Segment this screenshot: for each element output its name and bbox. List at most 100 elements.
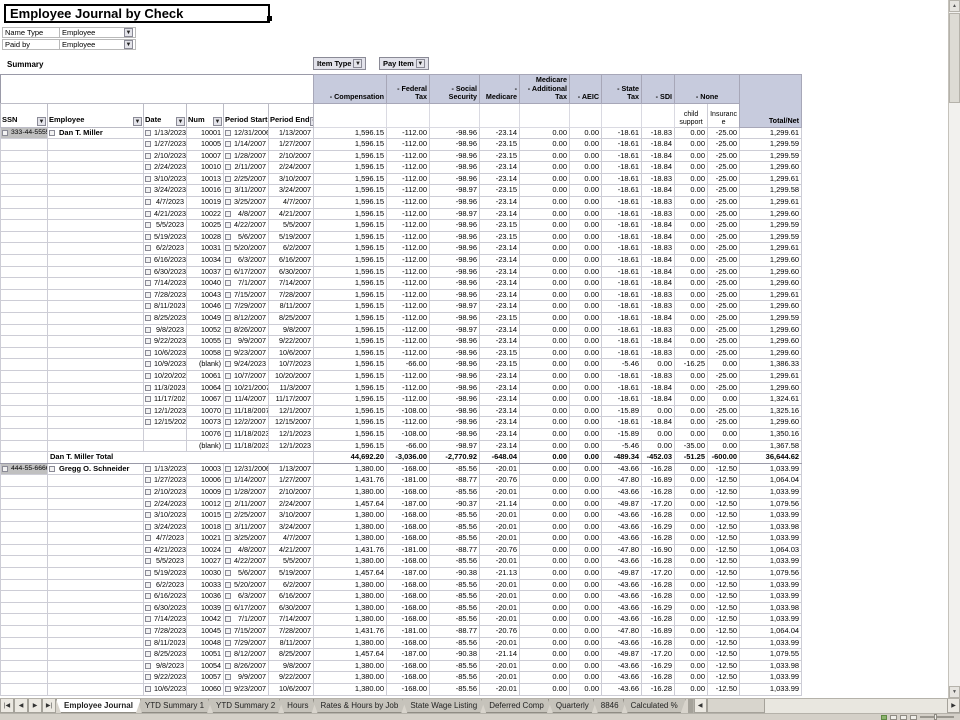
date-cell[interactable]: 1/27/2023 <box>144 139 187 151</box>
zoom-slider[interactable] <box>920 716 954 718</box>
employee-cell[interactable] <box>48 185 144 197</box>
value-cell[interactable]: -90.38 <box>430 649 480 661</box>
ssn-cell[interactable] <box>1 301 48 313</box>
value-cell[interactable]: 0.00 <box>675 417 708 429</box>
period-start-cell[interactable]: 8/26/2007 <box>224 660 269 672</box>
check-num-cell[interactable]: 10057 <box>187 672 224 684</box>
value-cell[interactable]: 0.00 <box>570 637 602 649</box>
value-cell[interactable]: 0.00 <box>675 347 708 359</box>
value-cell[interactable]: -112.00 <box>387 336 430 348</box>
value-cell[interactable]: -18.61 <box>602 347 642 359</box>
expand-collapse-icon[interactable] <box>225 640 231 646</box>
expand-collapse-icon[interactable] <box>145 640 151 646</box>
ssn-cell[interactable] <box>1 417 48 429</box>
value-cell[interactable]: -187.00 <box>387 498 430 510</box>
dropdown-arrow-icon[interactable]: ▼ <box>416 59 425 68</box>
value-cell[interactable]: -47.80 <box>602 544 642 556</box>
expand-collapse-icon[interactable] <box>225 303 231 309</box>
date-cell[interactable]: 1/13/2023 <box>144 127 187 139</box>
check-num-cell[interactable]: 10028 <box>187 231 224 243</box>
expand-collapse-icon[interactable] <box>225 663 231 669</box>
date-cell[interactable]: 10/6/2023 <box>144 684 187 696</box>
value-cell[interactable]: -5.46 <box>602 440 642 452</box>
tab-scroll-first-icon[interactable]: |◀ <box>0 699 14 713</box>
period-start-cell[interactable]: 1/14/2007 <box>224 475 269 487</box>
value-cell[interactable]: -47.80 <box>602 626 642 638</box>
value-cell[interactable]: -23.14 <box>480 394 520 406</box>
value-cell[interactable]: 0.00 <box>675 533 708 545</box>
value-cell[interactable]: 0.00 <box>570 347 602 359</box>
value-cell[interactable]: -12.50 <box>708 556 740 568</box>
value-cell[interactable]: -18.83 <box>642 289 675 301</box>
check-num-cell[interactable]: 10051 <box>187 649 224 661</box>
expand-collapse-icon[interactable] <box>145 674 151 680</box>
check-num-cell[interactable]: 10039 <box>187 602 224 614</box>
value-cell[interactable]: 1,299.60 <box>740 324 802 336</box>
value-cell[interactable]: -43.66 <box>602 463 642 475</box>
value-cell[interactable]: 0.00 <box>675 231 708 243</box>
value-cell[interactable]: -16.28 <box>642 556 675 568</box>
period-start-cell[interactable]: 11/4/2007 <box>224 394 269 406</box>
value-cell[interactable]: 1,596.15 <box>314 336 387 348</box>
value-cell[interactable]: 1,299.61 <box>740 197 802 209</box>
date-cell[interactable]: 6/16/2023 <box>144 255 187 267</box>
sheet-tab-ytd-summary-2[interactable]: YTD Summary 2 <box>208 699 283 713</box>
period-end-cell[interactable]: 2/10/2007 <box>269 486 314 498</box>
ssn-cell[interactable] <box>1 626 48 638</box>
value-cell[interactable]: 1,596.15 <box>314 278 387 290</box>
value-cell[interactable]: -168.00 <box>387 684 430 696</box>
value-cell[interactable]: 0.00 <box>675 382 708 394</box>
value-cell[interactable]: -18.61 <box>602 185 642 197</box>
value-cell[interactable]: -17.20 <box>642 498 675 510</box>
value-cell[interactable]: 1,299.60 <box>740 162 802 174</box>
value-cell[interactable]: -168.00 <box>387 521 430 533</box>
ssn-cell[interactable] <box>1 139 48 151</box>
value-cell[interactable]: 1,299.61 <box>740 370 802 382</box>
period-start-cell[interactable]: 8/26/2007 <box>224 324 269 336</box>
ssn-cell[interactable] <box>1 579 48 591</box>
value-cell[interactable]: 0.00 <box>520 127 570 139</box>
period-end-cell[interactable]: 7/14/2007 <box>269 614 314 626</box>
col-header-compensation[interactable]: - Compensation <box>314 75 387 104</box>
value-cell[interactable]: -90.38 <box>430 568 480 580</box>
value-cell[interactable]: 0.00 <box>520 649 570 661</box>
ssn-cell[interactable] <box>1 231 48 243</box>
value-cell[interactable]: 1,380.00 <box>314 510 387 522</box>
date-cell[interactable]: 7/28/2023 <box>144 626 187 638</box>
value-cell[interactable]: -112.00 <box>387 255 430 267</box>
value-cell[interactable]: 0.00 <box>570 649 602 661</box>
value-cell[interactable]: -20.01 <box>480 591 520 603</box>
value-cell[interactable]: -20.76 <box>480 475 520 487</box>
value-cell[interactable]: -12.50 <box>708 591 740 603</box>
value-cell[interactable]: -43.66 <box>602 672 642 684</box>
value-cell[interactable]: -20.01 <box>480 579 520 591</box>
value-cell[interactable]: -18.83 <box>642 347 675 359</box>
value-cell[interactable]: 0.00 <box>570 185 602 197</box>
ssn-cell[interactable] <box>1 220 48 232</box>
vertical-scrollbar[interactable]: ▲ ▼ <box>948 0 960 698</box>
period-start-cell[interactable]: 7/15/2007 <box>224 626 269 638</box>
expand-collapse-icon[interactable] <box>225 628 231 634</box>
value-cell[interactable]: 0.00 <box>675 162 708 174</box>
value-cell[interactable]: -18.83 <box>642 127 675 139</box>
expand-collapse-icon[interactable] <box>225 443 231 449</box>
value-cell[interactable]: -12.50 <box>708 602 740 614</box>
value-cell[interactable]: -85.56 <box>430 510 480 522</box>
value-cell[interactable]: 1,299.60 <box>740 208 802 220</box>
employee-cell[interactable] <box>48 173 144 185</box>
value-cell[interactable]: -20.76 <box>480 544 520 556</box>
value-cell[interactable]: 1,380.00 <box>314 579 387 591</box>
value-cell[interactable]: -43.66 <box>602 660 642 672</box>
value-cell[interactable]: 0.00 <box>520 440 570 452</box>
pay-item-field-button[interactable]: Pay Item ▼ <box>379 57 429 70</box>
ssn-cell[interactable] <box>1 394 48 406</box>
value-cell[interactable]: 0.00 <box>675 173 708 185</box>
period-end-cell[interactable]: 3/24/2007 <box>269 185 314 197</box>
value-cell[interactable]: 0.00 <box>675 278 708 290</box>
value-cell[interactable]: 0.00 <box>675 243 708 255</box>
expand-collapse-icon[interactable] <box>145 187 151 193</box>
employee-cell[interactable] <box>48 324 144 336</box>
value-cell[interactable]: 0.00 <box>520 324 570 336</box>
value-cell[interactable]: -98.96 <box>430 382 480 394</box>
expand-collapse-icon[interactable] <box>145 350 151 356</box>
